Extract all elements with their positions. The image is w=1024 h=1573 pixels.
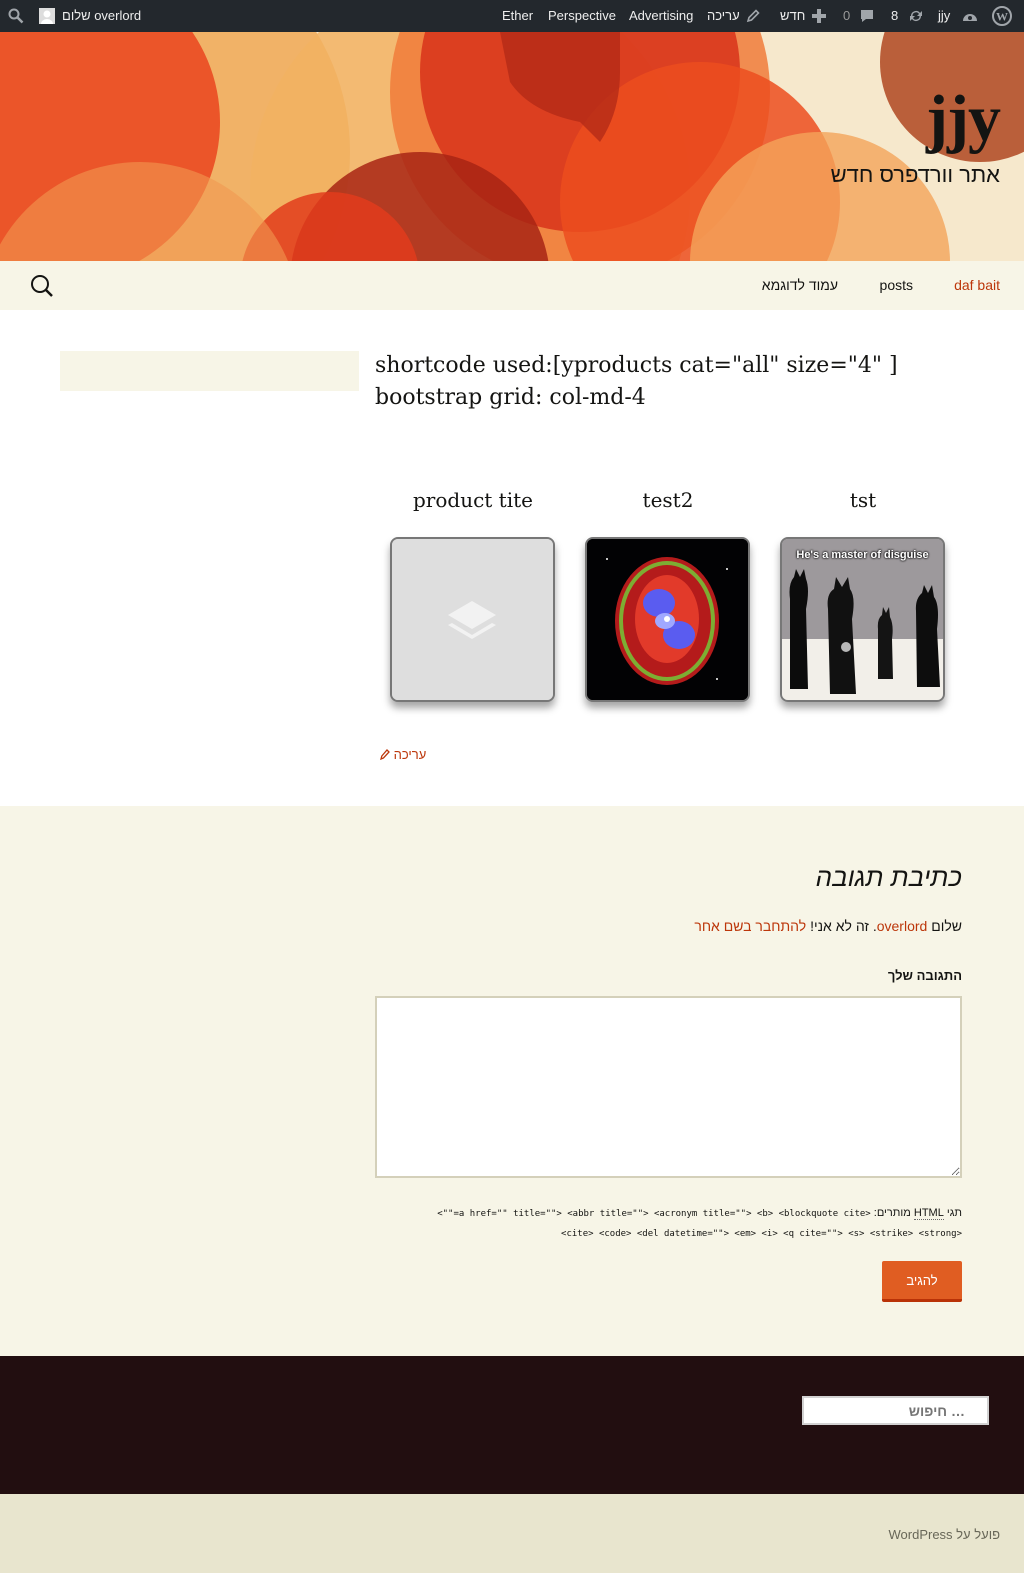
- product-card-product-tite[interactable]: product tite: [390, 484, 556, 702]
- main-navigation: daf bait posts עמוד לדוגמא: [0, 261, 1024, 310]
- logged-in-mid: . זה לא אני!: [810, 918, 877, 934]
- site-title[interactable]: jjy: [926, 86, 1001, 152]
- product-image-nebula[interactable]: [585, 537, 750, 702]
- comment-respond: כתיבת תגובה שלום overlord. זה לא אני! לה…: [0, 806, 1024, 1356]
- footer-credit-link[interactable]: פועל על WordPress: [889, 1527, 1001, 1542]
- avatar[interactable]: [39, 8, 55, 24]
- product-title[interactable]: tst: [780, 484, 946, 520]
- comment-textarea[interactable]: [375, 996, 962, 1178]
- allowed-prefix: תגי: [946, 1207, 962, 1219]
- comment-bubble-icon[interactable]: [859, 8, 875, 24]
- site-description: אתר וורדפרס חדש: [830, 162, 1000, 187]
- edit-link-label: עריכה: [393, 747, 427, 762]
- svg-text:W: W: [996, 10, 1008, 24]
- logged-in-as: שלום overlord. זה לא אני! להתחבר בשם אחר: [694, 918, 962, 934]
- edit-page-link[interactable]: עריכה: [707, 0, 740, 32]
- site-header: jjy אתר וורדפרס חדש: [0, 32, 1024, 261]
- dashboard-icon[interactable]: [962, 9, 978, 23]
- updates-icon[interactable]: [908, 8, 924, 24]
- product-title[interactable]: product tite: [390, 484, 556, 520]
- allowed-suffix: מותרים:: [873, 1207, 911, 1219]
- plus-icon[interactable]: [812, 9, 826, 23]
- pencil-icon[interactable]: [746, 9, 760, 23]
- ether-link[interactable]: Ether: [502, 0, 533, 32]
- logged-in-prefix: שלום: [931, 918, 962, 934]
- product-title[interactable]: test2: [585, 484, 751, 520]
- site-name-link[interactable]: jjy: [938, 0, 950, 32]
- site-footer: פועל על WordPress: [0, 1494, 1024, 1573]
- logout-link[interactable]: להתחבר בשם אחר: [694, 918, 806, 934]
- sidebar-widget: [60, 351, 359, 391]
- allowed-tags-code-2: <cite> <code> <del datetime=""> <em> <i>…: [561, 1229, 962, 1239]
- product-card-test2[interactable]: test2: [585, 484, 751, 702]
- allowed-html-abbr: HTML: [913, 1207, 944, 1220]
- updates-count[interactable]: 8: [891, 0, 898, 32]
- entry-title-line-2: bootstrap grid: col-md-4: [375, 385, 646, 410]
- nav-item-sample-page[interactable]: עמוד לדוגמא: [762, 277, 838, 293]
- nav-item-daf-bait[interactable]: daf bait: [954, 277, 1000, 293]
- footer-widget-area: [0, 1356, 1024, 1494]
- comments-count[interactable]: 0: [843, 0, 850, 32]
- user-greeting[interactable]: שלום overlord: [62, 0, 141, 32]
- allowed-tags-line-1: תגי HTML מותרים: <a href="" title=""> <a…: [362, 1204, 962, 1224]
- reply-title: כתיבת תגובה: [815, 862, 962, 892]
- product-image-cats[interactable]: He's a master of disguise: [780, 537, 945, 702]
- entry-title-line-1: shortcode used:[yproducts cat="all" size…: [375, 353, 898, 378]
- search-toggle-icon[interactable]: [30, 274, 54, 303]
- search-icon[interactable]: [8, 8, 24, 24]
- search-input[interactable]: [802, 1396, 989, 1425]
- image-caption: He's a master of disguise: [796, 549, 929, 561]
- perspective-link[interactable]: Perspective: [548, 0, 616, 32]
- allowed-tags-note: תגי HTML מותרים: <a href="" title=""> <a…: [362, 1204, 962, 1244]
- allowed-tags-code-1: <a href="" title=""> <abbr title=""> <ac…: [437, 1209, 871, 1219]
- product-card-tst[interactable]: tst He's a master of disguise: [780, 484, 946, 702]
- profile-link[interactable]: overlord: [877, 918, 928, 934]
- wordpress-logo-icon[interactable]: W: [992, 6, 1012, 26]
- comment-label: התגובה שלך: [887, 968, 962, 983]
- edit-post-link[interactable]: עריכה: [380, 747, 426, 763]
- nav-item-posts[interactable]: posts: [880, 277, 913, 293]
- header-background-image: [0, 32, 1024, 261]
- product-image-placeholder[interactable]: [390, 537, 555, 702]
- pencil-icon: [380, 748, 390, 763]
- admin-bar: W jjy 8 0 חדש עריכה Advertising Perspect…: [0, 0, 1024, 32]
- submit-comment-button[interactable]: להגיב: [882, 1261, 962, 1302]
- entry-title: shortcode used:[yproducts cat="all" size…: [375, 350, 965, 414]
- new-content-link[interactable]: חדש: [780, 0, 805, 32]
- advertising-link[interactable]: Advertising: [629, 0, 693, 32]
- allowed-tags-line-2: <cite> <code> <del datetime=""> <em> <i>…: [362, 1224, 962, 1244]
